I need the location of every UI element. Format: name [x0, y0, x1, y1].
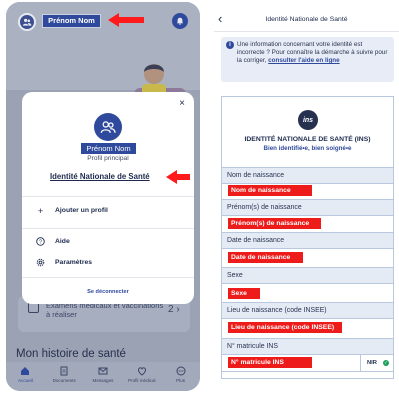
- more-icon: [176, 366, 186, 376]
- help-online-link[interactable]: consulter l'aide en ligne: [268, 57, 339, 64]
- field-value-matricule: N° matricule INS: [228, 357, 312, 368]
- divider: [222, 283, 393, 284]
- profile-modal: × Prénom Nom Profil principal Identité N…: [22, 92, 194, 304]
- history-title: Mon histoire de santé: [16, 348, 126, 360]
- ins-card-subtitle: Bien identifié•e, bien soigné•e: [263, 145, 352, 152]
- check-circle-icon: ✓: [383, 360, 389, 366]
- tab-messages[interactable]: Messages: [85, 366, 121, 383]
- add-profile-button[interactable]: + Ajouter un profil: [36, 205, 108, 216]
- help-icon: ?: [36, 237, 45, 246]
- divider: [360, 354, 361, 371]
- ins-link[interactable]: Identité Nationale de Santé: [50, 172, 150, 181]
- field-label-nom: Nom de naissance: [222, 168, 393, 183]
- ins-card: ins IDENTITÉ NATIONALE DE SANTÉ (INS) Bi…: [221, 96, 394, 379]
- info-icon: i: [226, 41, 234, 49]
- profile-name[interactable]: Prénom Nom: [42, 15, 101, 27]
- medical-profile-icon: [137, 367, 146, 376]
- field-value-nom: Nom de naissance: [228, 185, 312, 196]
- divider: [222, 318, 393, 319]
- tab-accueil[interactable]: Accueil: [7, 366, 43, 383]
- divider: [22, 228, 194, 229]
- notification-bell-button[interactable]: [172, 13, 188, 29]
- gear-icon: [36, 258, 45, 267]
- divider: [222, 248, 393, 249]
- divider: [222, 183, 393, 184]
- home-screen-phone: Prénom Nom Examens médicaux et vaccinati…: [6, 2, 200, 391]
- field-label-lieu: Lieu de naissance (code INSEE): [222, 303, 393, 318]
- users-icon: [100, 121, 116, 133]
- mail-icon: [98, 367, 108, 375]
- modal-profile-type: Profil principal: [87, 155, 129, 162]
- logout-button[interactable]: Se déconnecter: [22, 289, 194, 295]
- ins-card-title: IDENTITÉ NATIONALE DE SANTÉ (INS): [244, 136, 371, 143]
- divider: [22, 277, 194, 278]
- info-text: Une information concernant votre identit…: [237, 41, 388, 64]
- nir-label: NIR: [367, 360, 377, 366]
- home-icon: [21, 367, 30, 375]
- exams-card-count: 2 ›: [168, 304, 180, 315]
- profile-avatar-button[interactable]: [18, 13, 36, 31]
- field-value-prenom: Prénom(s) de naissance: [228, 218, 321, 229]
- field-value-sexe: Sexe: [228, 288, 260, 299]
- document-icon: [60, 366, 68, 376]
- close-icon[interactable]: ×: [179, 98, 185, 109]
- page-title: Identité Nationale de Santé: [265, 16, 348, 23]
- modal-profile-name: Prénom Nom: [86, 144, 131, 153]
- divider: [214, 31, 399, 32]
- ins-screen-phone: ‹ Identité Nationale de Santé i Une info…: [214, 2, 399, 391]
- ins-logo-icon: ins: [298, 110, 318, 130]
- divider: [222, 215, 393, 216]
- bell-icon: [176, 17, 184, 25]
- bottom-tab-bar: Accueil Documents Messages Profil médica…: [6, 362, 200, 391]
- field-label-sexe: Sexe: [222, 268, 393, 283]
- chevron-right-icon: ›: [176, 304, 180, 315]
- users-icon: [22, 18, 32, 26]
- divider: [222, 354, 393, 355]
- svg-text:?: ?: [39, 239, 42, 245]
- divider: [22, 196, 194, 197]
- modal-avatar: [94, 113, 122, 141]
- help-button[interactable]: ? Aide: [36, 237, 70, 246]
- divider: [222, 371, 393, 372]
- plus-icon: +: [37, 205, 44, 216]
- field-label-prenom: Prénom(s) de naissance: [222, 200, 393, 215]
- field-value-date: Date de naissance: [228, 252, 303, 263]
- tab-plus[interactable]: Plus: [163, 366, 199, 383]
- tab-profil-medical[interactable]: Profil médical: [124, 366, 160, 383]
- exams-card-line2: à réaliser: [46, 310, 77, 319]
- tab-documents[interactable]: Documents: [46, 366, 82, 383]
- field-value-lieu: Lieu de naissance (code INSEE): [228, 322, 342, 333]
- field-label-matricule: N° matricule INS: [222, 339, 393, 354]
- info-banner: i Une information concernant votre ident…: [221, 37, 394, 82]
- settings-button[interactable]: Paramètres: [36, 258, 92, 267]
- field-label-date: Date de naissance: [222, 233, 393, 248]
